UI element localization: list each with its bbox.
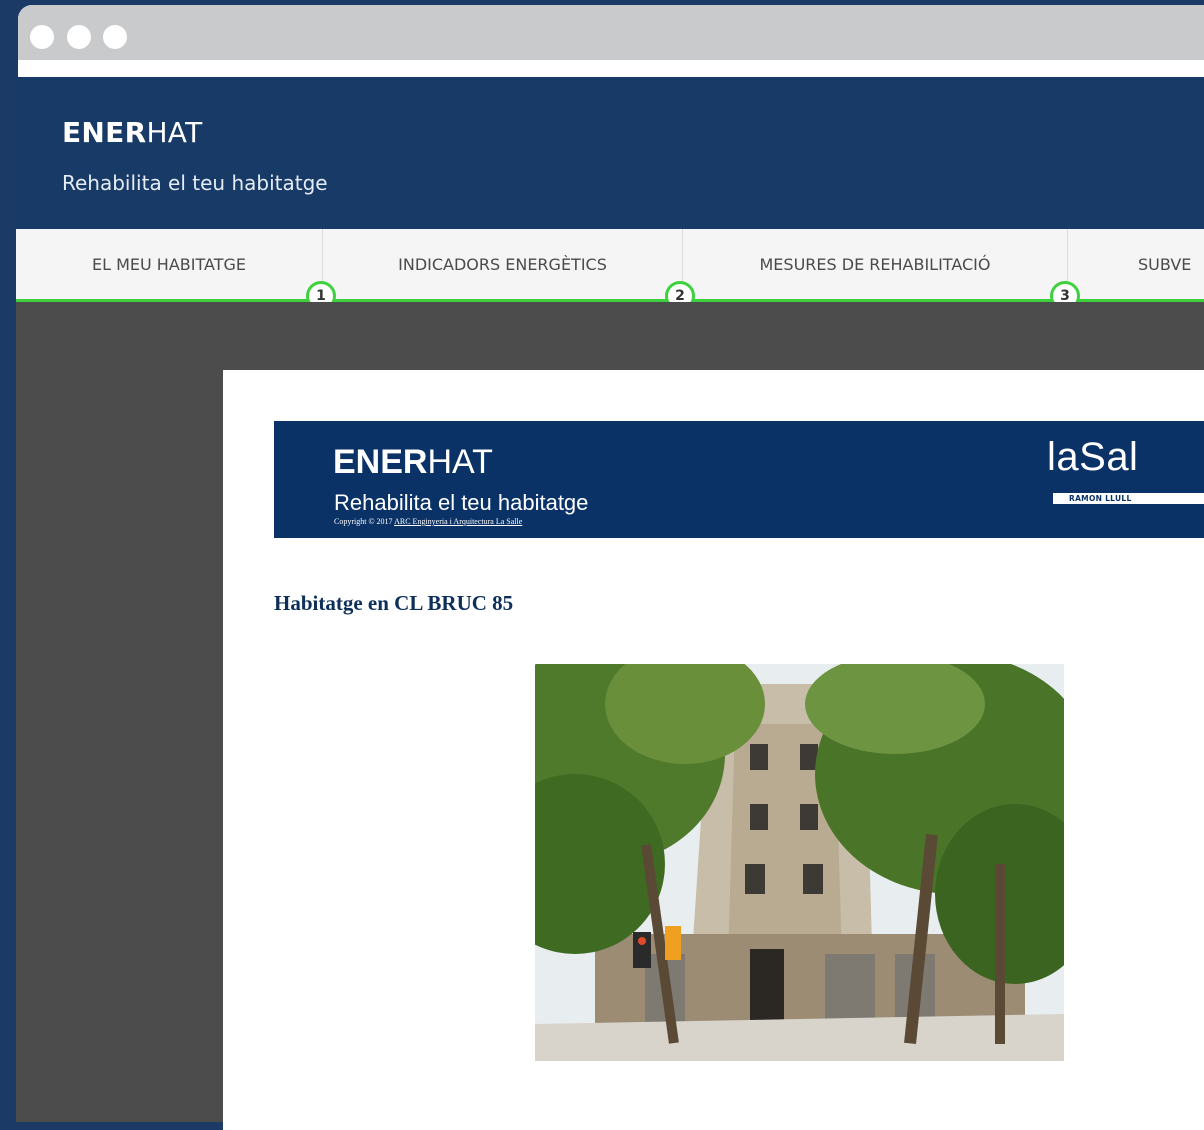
lasalle-logo: laSal RAMON LLULL	[1047, 435, 1204, 504]
tab-mesures-rehabilitacio[interactable]: MESURES DE REHABILITACIÓ	[683, 229, 1068, 300]
document-page: ENERHAT Rehabilita el teu habitatge Copy…	[223, 370, 1204, 1130]
document-heading: Habitatge en CL BRUC 85	[274, 591, 514, 615]
brand-light: HAT	[146, 116, 203, 149]
window-minimize-dot[interactable]	[67, 25, 91, 49]
document-banner: ENERHAT Rehabilita el teu habitatge Copy…	[274, 421, 1204, 538]
building-photo-illustration	[535, 664, 1064, 1061]
lasalle-logo-text: laSal	[1047, 435, 1139, 479]
window-close-dot[interactable]	[30, 25, 54, 49]
copyright-prefix: Copyright © 2017	[334, 517, 395, 526]
banner-logo: ENERHAT	[333, 443, 493, 482]
tab-indicadors-energetics[interactable]: INDICADORS ENERGÈTICS	[323, 229, 683, 300]
step-navigation: EL MEU HABITATGE INDICADORS ENERGÈTICS M…	[16, 229, 1204, 311]
banner-brand-bold: ENER	[333, 443, 428, 481]
copyright-link[interactable]: ARC Enginyeria i Arquitectura La Salle	[394, 517, 522, 526]
site-header: ENERHAT Rehabilita el teu habitatge	[16, 77, 1204, 229]
window-titlebar	[18, 5, 1204, 60]
document-viewer[interactable]: ENERHAT Rehabilita el teu habitatge Copy…	[16, 302, 1204, 1130]
tab-el-meu-habitatge[interactable]: EL MEU HABITATGE	[16, 229, 323, 300]
window-maximize-dot[interactable]	[103, 25, 127, 49]
banner-tagline: Rehabilita el teu habitatge	[334, 490, 589, 515]
banner-brand-light: HAT	[427, 443, 493, 481]
brand-bold: ENER	[62, 116, 147, 149]
site-logo[interactable]: ENERHAT	[62, 116, 203, 149]
building-photo	[535, 664, 1064, 1061]
lasalle-logo-subtext: RAMON LLULL	[1053, 493, 1204, 504]
banner-copyright: Copyright © 2017 ARC Enginyeria i Arquit…	[334, 517, 522, 526]
tab-subvencions[interactable]: SUBVE	[1068, 229, 1204, 300]
site-tagline: Rehabilita el teu habitatge	[62, 171, 328, 195]
